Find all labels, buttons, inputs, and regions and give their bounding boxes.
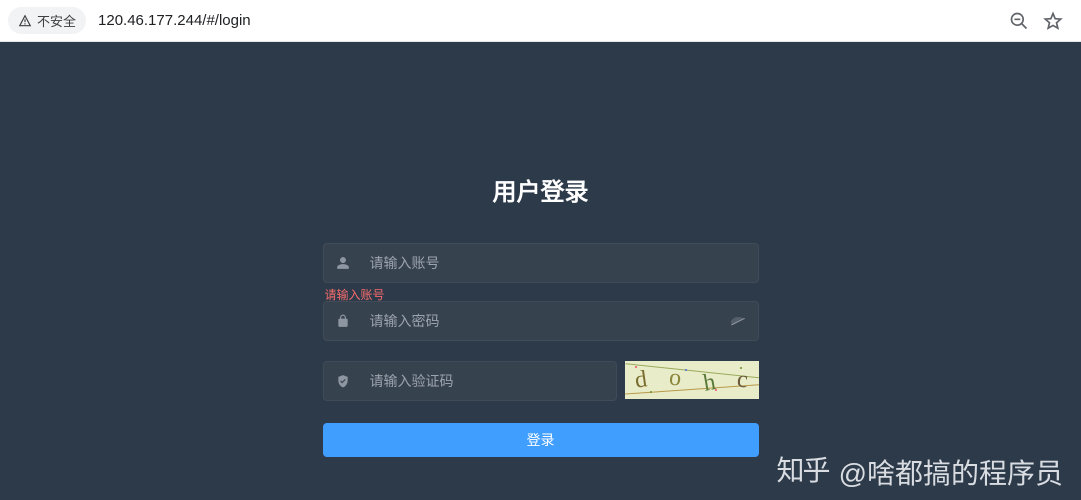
captcha-field[interactable] <box>323 361 617 401</box>
username-input[interactable] <box>370 255 746 271</box>
captcha-image[interactable]: d o h c <box>625 361 759 399</box>
lock-icon <box>336 314 350 328</box>
captcha-row: d o h c <box>323 361 759 401</box>
login-title: 用户登录 <box>493 172 589 207</box>
browser-actions <box>1009 11 1073 31</box>
security-label: 不安全 <box>37 11 76 30</box>
url-text[interactable]: 120.46.177.244/#/login <box>96 12 999 29</box>
login-form: 请输入账号 d o <box>323 243 759 457</box>
star-icon[interactable] <box>1043 11 1063 31</box>
watermark-author: @啥都搞的程序员 <box>839 452 1063 492</box>
security-badge[interactable]: 不安全 <box>8 7 86 34</box>
password-field[interactable] <box>323 301 759 341</box>
zhihu-logo: 知乎 <box>777 458 829 486</box>
browser-address-bar: 不安全 120.46.177.244/#/login <box>0 0 1081 42</box>
captcha-text: d o h c <box>625 361 759 399</box>
user-icon <box>336 256 350 270</box>
login-button[interactable]: 登录 <box>323 423 759 457</box>
eye-icon[interactable] <box>730 313 746 329</box>
username-error: 请输入账号 <box>323 283 759 301</box>
warning-icon <box>18 14 32 28</box>
zoom-icon[interactable] <box>1009 11 1029 31</box>
watermark: 知乎 @啥都搞的程序员 <box>777 452 1063 492</box>
login-page: 用户登录 请输入账号 <box>0 42 1081 500</box>
password-input[interactable] <box>370 313 710 329</box>
captcha-input[interactable] <box>370 373 604 389</box>
username-field[interactable] <box>323 243 759 283</box>
shield-icon <box>336 374 350 388</box>
